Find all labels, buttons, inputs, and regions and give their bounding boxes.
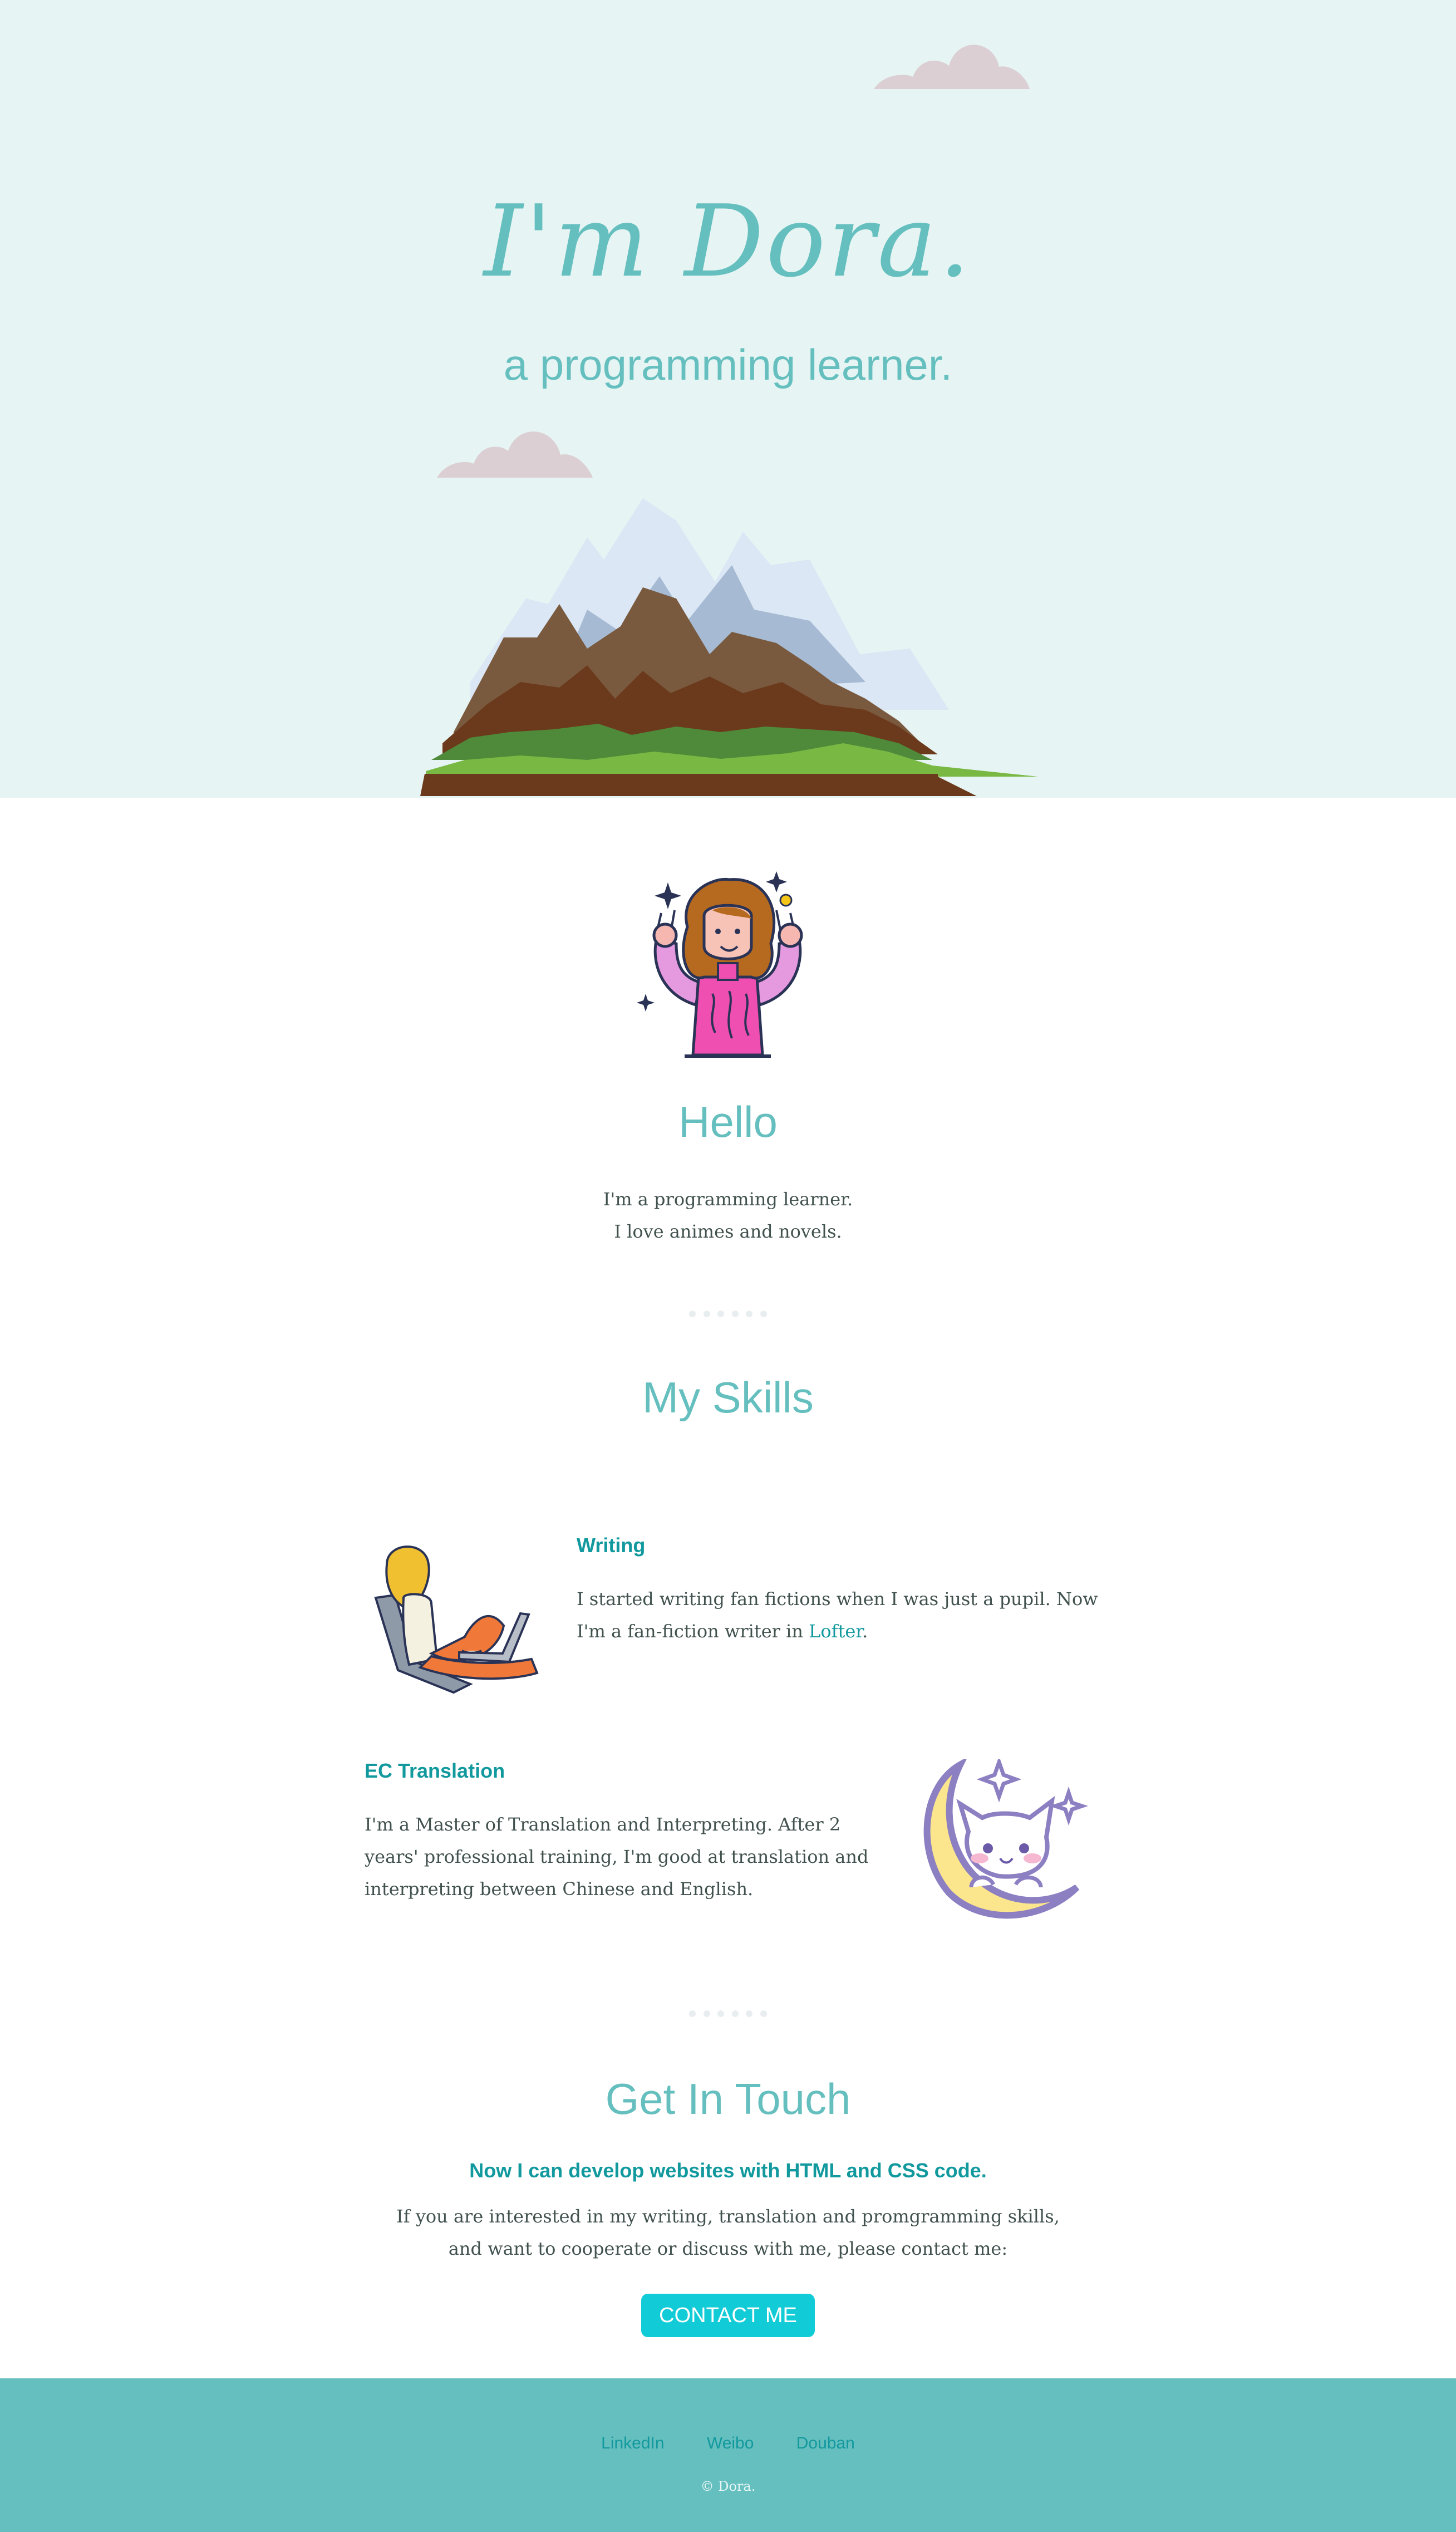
footer-link-douban[interactable]: Douban <box>796 2434 855 2452</box>
contact-line: If you are interested in my writing, tra… <box>396 2206 1060 2227</box>
footer: LinkedIn Weibo Douban © Dora. <box>0 2378 1456 2532</box>
skill-text-writing: I started writing fan fictions when I wa… <box>577 1583 1105 1647</box>
skill-text-end: . <box>862 1621 868 1642</box>
writer-laptop-illustration <box>374 1545 539 1694</box>
cloud-icon <box>437 431 593 478</box>
hero-subtitle: a programming learner. <box>503 340 953 389</box>
contact-line: and want to cooperate or discuss with me… <box>448 2238 1008 2259</box>
footer-links: LinkedIn Weibo Douban <box>0 2434 1456 2453</box>
intro-section: Hello <box>0 1097 1456 1147</box>
skills-heading: My Skills <box>642 1373 814 1422</box>
contact-text: If you are interested in my writing, tra… <box>0 2200 1456 2265</box>
section-divider <box>689 2010 767 2017</box>
cloud-icon <box>874 45 1030 89</box>
intro-text: I'm a programming learner. I love animes… <box>0 1183 1456 1248</box>
girl-avatar-illustration <box>637 871 803 1058</box>
section-divider <box>689 1311 767 1317</box>
contact-section: Get In Touch <box>0 2074 1456 2124</box>
footer-link-weibo[interactable]: Weibo <box>707 2434 754 2452</box>
copyright: © Dora. <box>700 2479 756 2494</box>
contact-subheading: Now I can develop websites with HTML and… <box>469 2159 987 2182</box>
footer-link-linkedin[interactable]: LinkedIn <box>601 2434 664 2452</box>
skill-text-translation: I'm a Master of Translation and Interpre… <box>365 1814 869 1900</box>
cat-moon-illustration <box>923 1759 1088 1919</box>
intro-heading: Hello <box>678 1097 778 1146</box>
contact-heading: Get In Touch <box>605 2074 851 2123</box>
lofter-link[interactable]: Lofter <box>809 1621 862 1642</box>
hero-section: I'm Dora. a programming learner. <box>0 0 1456 798</box>
mountain-illustration <box>420 498 1038 796</box>
skills-section: My Skills <box>0 1372 1456 1423</box>
skill-title-translation: EC Translation <box>365 1759 505 1782</box>
intro-line: I love animes and novels. <box>614 1221 842 1242</box>
contact-me-button[interactable]: CONTACT ME <box>641 2294 815 2337</box>
hero-title: I'm Dora. <box>483 184 973 299</box>
skill-title-writing: Writing <box>577 1534 646 1557</box>
intro-line: I'm a programming learner. <box>603 1189 853 1210</box>
